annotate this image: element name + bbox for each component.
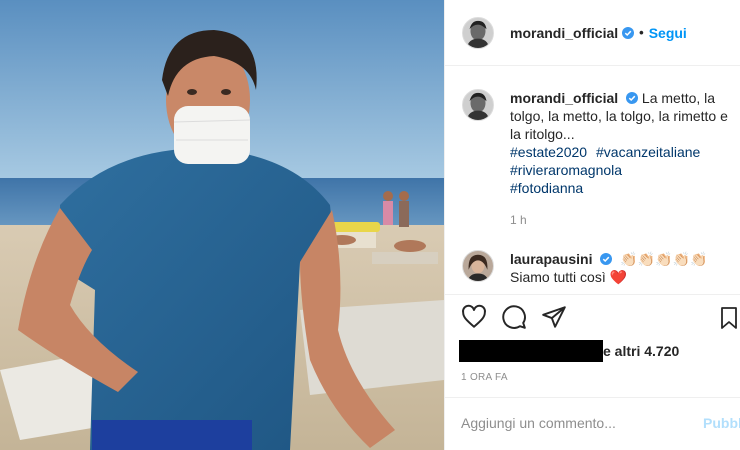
publish-button[interactable]: Pubblica — [703, 415, 740, 431]
bookmark-icon[interactable] — [719, 306, 739, 330]
hashtag-link[interactable]: #fotodianna — [510, 179, 736, 197]
commenter-username[interactable]: laurapausini — [510, 251, 592, 267]
author-username[interactable]: morandi_official — [510, 25, 618, 41]
author-avatar[interactable] — [462, 89, 494, 121]
caption-body: morandi_official La metto, la tolgo, la … — [510, 89, 736, 229]
beach-photo — [0, 0, 444, 450]
post-side-panel: morandi_official • Segui morandi_officia… — [444, 0, 740, 450]
post-timestamp[interactable]: 1 ORA FA — [461, 372, 508, 383]
avatar-portrait-icon — [463, 17, 493, 48]
verified-badge-icon — [622, 26, 635, 39]
redacted-block — [459, 340, 603, 362]
separator-dot: • — [639, 25, 644, 40]
hashtag-link[interactable]: #vacanzeitaliane — [596, 143, 736, 161]
comment-text: Siamo tutti così ❤️ — [510, 269, 628, 285]
post-header: morandi_official • Segui — [445, 0, 740, 66]
comment-input[interactable] — [461, 414, 691, 431]
hashtag-link[interactable]: #rivieraromagnola — [510, 161, 736, 179]
verified-badge-icon — [600, 253, 613, 265]
caption-author[interactable]: morandi_official — [510, 90, 618, 106]
author-avatar[interactable] — [462, 16, 494, 49]
post-actions: e altri 4.720 1 ORA FA Pubblica — [445, 296, 740, 444]
caption-comment: morandi_official La metto, la tolgo, la … — [462, 89, 736, 229]
commenter-avatar[interactable] — [462, 250, 494, 282]
avatar-portrait-icon — [463, 90, 493, 120]
caption-time: 1 h — [510, 213, 527, 227]
likes-others-text: e altri 4.720 — [603, 343, 680, 359]
clap-emoji: 👏🏻👏🏻👏🏻👏🏻👏🏻 — [620, 251, 708, 267]
comment-body: laurapausini 👏🏻👏🏻👏🏻👏🏻👏🏻 Siamo tutti così… — [510, 250, 736, 286]
avatar-portrait-icon — [463, 251, 493, 281]
verified-badge-icon — [626, 92, 639, 104]
comments-list: morandi_official La metto, la tolgo, la … — [445, 67, 740, 295]
comment-item: laurapausini 👏🏻👏🏻👏🏻👏🏻👏🏻 Siamo tutti così… — [462, 250, 736, 286]
post-photo[interactable] — [0, 0, 444, 450]
heart-icon[interactable] — [461, 304, 487, 330]
comment-icon[interactable] — [501, 304, 527, 330]
share-icon[interactable] — [541, 304, 567, 330]
follow-button[interactable]: Segui — [649, 25, 687, 41]
add-comment-bar: Pubblica — [445, 397, 740, 447]
action-icons — [461, 304, 567, 330]
likes-count[interactable]: e altri 4.720 — [459, 340, 679, 362]
